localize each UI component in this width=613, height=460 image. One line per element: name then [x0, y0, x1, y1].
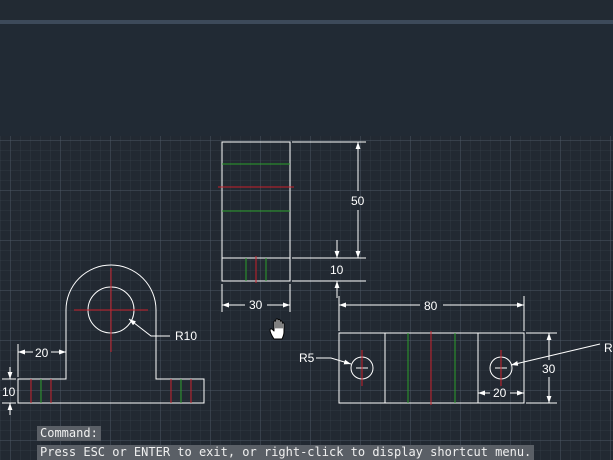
drawing[interactable]: 50 10 30 R10 20 10 80 R5 R 30 20 [0, 0, 613, 460]
top-width-label: 30 [542, 362, 556, 376]
front-view-dimensions [2, 318, 170, 415]
command-label: Command: [37, 426, 101, 441]
top-right-radius-label: R [604, 341, 613, 355]
command-prompt-message[interactable]: Press ESC or ENTER to exit, or right-cli… [37, 445, 535, 460]
front-radius-label: R10 [175, 329, 197, 343]
top-length-label: 80 [424, 299, 438, 313]
top-hole-offset-label: 20 [493, 386, 507, 400]
side-base-label: 10 [330, 263, 344, 277]
top-hole-radius-label: R5 [299, 351, 315, 365]
pan-hand-icon [269, 318, 285, 340]
top-view-dimensions [316, 296, 601, 404]
side-height-label: 50 [351, 194, 365, 208]
front-ledge-label: 20 [35, 346, 49, 360]
side-view [218, 141, 294, 283]
front-base-label: 10 [2, 385, 16, 399]
leader-line [128, 318, 170, 337]
side-width-label: 30 [249, 298, 263, 312]
leader-line [316, 357, 352, 365]
side-view-dimensions [221, 141, 366, 312]
